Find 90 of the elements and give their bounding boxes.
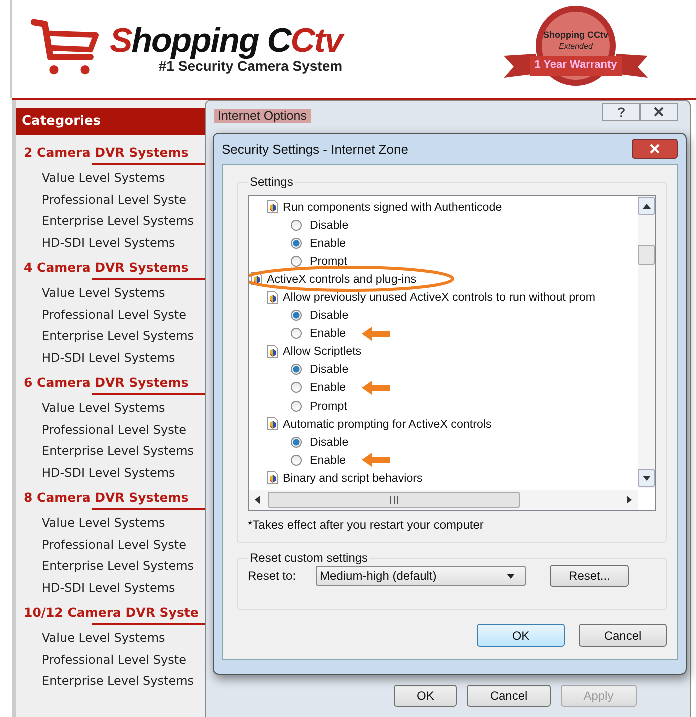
subcategory-link[interactable]: HD-SDI Level Systems <box>16 578 209 599</box>
subcategory-link[interactable]: Professional Level Syste <box>16 304 209 326</box>
close-icon <box>650 144 660 154</box>
badge-ribbon-text: 1 Year Warranty <box>534 59 618 71</box>
category-link[interactable]: 6 Camera DVR Systems <box>16 375 209 390</box>
radio-option[interactable]: Prompt <box>283 400 348 413</box>
radio-option[interactable]: Enable <box>283 327 346 340</box>
horizontal-scrollbar[interactable] <box>249 490 638 510</box>
subcategory-link[interactable]: Value Level Systems <box>16 628 209 650</box>
radio-button[interactable] <box>291 328 302 340</box>
right-arrow-icon <box>627 496 632 504</box>
help-button[interactable] <box>602 103 640 121</box>
close-icon <box>654 107 664 117</box>
subcategory-link[interactable]: Enterprise Level Systems <box>16 211 209 232</box>
up-arrow-icon <box>642 204 650 208</box>
subcategory-link[interactable]: Value Level Systems <box>16 168 209 190</box>
dropdown-caret-icon <box>507 574 516 578</box>
radio-option[interactable]: Enable <box>283 236 346 250</box>
group-label: Reset custom settings <box>249 551 370 565</box>
radio-button[interactable] <box>291 310 302 322</box>
document-icon <box>267 471 279 486</box>
subcategory-link[interactable]: Value Level Systems <box>16 283 209 304</box>
group-label: Settings <box>249 175 294 189</box>
subcategory-link[interactable]: Value Level Systems <box>16 513 209 534</box>
category-link[interactable]: 8 Camera DVR Systems <box>16 490 209 505</box>
close-button[interactable] <box>640 103 678 121</box>
subcategory-link[interactable]: Professional Level Syste <box>16 534 209 556</box>
document-icon <box>267 200 279 214</box>
subcategory-link[interactable]: Value Level Systems <box>16 398 209 420</box>
subcategory-link[interactable]: Professional Level Syste <box>16 650 209 671</box>
subcategory-link[interactable]: Enterprise Level Systems <box>16 671 209 692</box>
down-arrow-icon <box>642 476 650 480</box>
radio-option[interactable]: Prompt <box>283 254 348 268</box>
dialog-button[interactable]: Cancel <box>579 624 667 647</box>
subcategory-link[interactable]: Professional Level Syste <box>16 190 209 211</box>
tagline: #1 Security Camera System <box>158 58 343 74</box>
subcategory-link[interactable]: Enterprise Level Systems <box>16 556 209 578</box>
setting-label: Binary and script behaviors <box>283 472 423 485</box>
dialog-button[interactable]: OK <box>477 624 565 647</box>
badge-subtitle: Extended <box>558 42 594 51</box>
subcategory-link[interactable]: Enterprise Level Systems <box>16 441 209 462</box>
help-icon <box>616 106 626 118</box>
category-label: ActiveX controls and plug-ins <box>267 272 417 286</box>
restart-note: *Takes effect after you restart your computer <box>248 517 485 534</box>
category-link[interactable]: 2 Camera DVR Systems <box>16 145 209 160</box>
subcategory-link[interactable]: Enterprise Level Systems <box>16 326 209 348</box>
subcategory-link[interactable]: Professional Level Syste <box>16 420 209 441</box>
radio-option[interactable]: Disable <box>283 436 349 449</box>
scrollbar-thumb[interactable] <box>268 492 520 508</box>
left-arrow-icon <box>255 496 260 504</box>
radio-option[interactable]: Enable <box>283 381 346 394</box>
radio-option[interactable]: Disable <box>283 218 349 232</box>
document-icon <box>267 344 279 359</box>
setting-label: Allow Scriptlets <box>283 345 362 358</box>
radio-button[interactable] <box>291 400 302 412</box>
setting-label: Allow previously unused ActiveX controls to run without prom <box>283 291 596 304</box>
badge-title: Shopping CCtv <box>542 30 610 40</box>
radio-button[interactable] <box>291 238 302 249</box>
setting-label: Run components signed with Authenticode <box>283 200 502 214</box>
subcategory-link[interactable]: HD-SDI Level Systems <box>16 462 209 484</box>
scrollbar-thumb[interactable] <box>638 245 655 265</box>
reset-to-label: Reset to: <box>248 569 296 583</box>
window-title: Internet Options <box>214 109 311 123</box>
radio-button[interactable] <box>291 220 302 231</box>
radio-button[interactable] <box>291 436 302 448</box>
radio-option[interactable]: Disable <box>283 309 349 322</box>
reset-level-dropdown[interactable]: Medium-high (default) <box>316 566 526 586</box>
reset-button[interactable]: Reset... <box>550 565 630 587</box>
scroll-down-button[interactable] <box>638 469 655 487</box>
dialog-button[interactable]: OK <box>394 685 458 707</box>
category-link[interactable]: 4 Camera DVR Systems <box>16 260 209 275</box>
grip-icon <box>390 496 398 504</box>
radio-button[interactable] <box>291 382 302 394</box>
setting-label: Automatic prompting for ActiveX controls <box>283 418 492 431</box>
subcategory-link[interactable]: HD-SDI Level Systems <box>16 232 209 254</box>
brand-name: Shopping CCtv <box>110 24 343 58</box>
radio-button[interactable] <box>291 256 302 267</box>
subcategory-link[interactable]: HD-SDI Level Systems <box>16 348 209 369</box>
vertical-scrollbar[interactable] <box>638 196 655 488</box>
category-link[interactable]: 10/12 Camera DVR Syste <box>16 605 209 620</box>
close-button[interactable] <box>632 139 678 159</box>
radio-option[interactable]: Enable <box>283 454 346 467</box>
dialog-title: Security Settings - Internet Zone <box>222 142 408 156</box>
document-icon <box>267 290 279 305</box>
dialog-button[interactable]: Cancel <box>467 685 551 707</box>
radio-option[interactable]: Disable <box>283 363 349 376</box>
radio-button[interactable] <box>291 364 302 376</box>
document-icon <box>267 417 279 432</box>
radio-button[interactable] <box>291 454 302 466</box>
scroll-up-button[interactable] <box>638 197 655 215</box>
